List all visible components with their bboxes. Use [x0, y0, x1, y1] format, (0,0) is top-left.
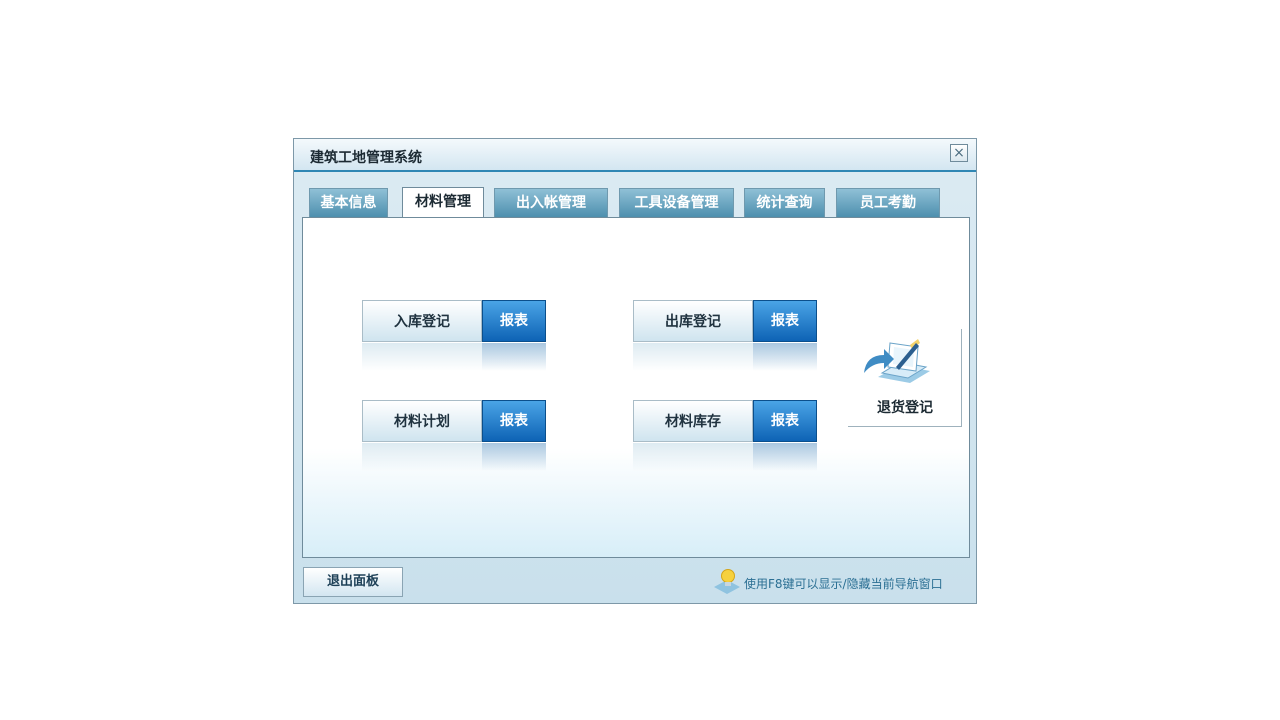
tab-basic-info[interactable]: 基本信息	[309, 188, 388, 217]
material-plan-report-button[interactable]: 报表	[482, 400, 546, 442]
outbound-report-button[interactable]: 报表	[753, 300, 817, 342]
content-panel: 入库登记 报表 出库登记 报表 材料计划 报表 材料库存 报表 退货登记	[302, 217, 970, 558]
reflection	[482, 443, 546, 471]
return-register-button[interactable]: 退货登记	[848, 329, 962, 427]
reflection	[753, 443, 817, 471]
exit-panel-button[interactable]: 退出面板	[303, 567, 403, 597]
material-inventory-report-button[interactable]: 报表	[753, 400, 817, 442]
inbound-report-button[interactable]: 报表	[482, 300, 546, 342]
tab-account-management[interactable]: 出入帐管理	[494, 188, 608, 217]
tab-attendance[interactable]: 员工考勤	[836, 188, 940, 217]
tab-tool-equipment[interactable]: 工具设备管理	[619, 188, 734, 217]
material-plan-button[interactable]: 材料计划	[362, 400, 482, 442]
reflection	[482, 343, 546, 371]
return-document-icon	[864, 339, 930, 383]
lightbulb-icon	[714, 569, 740, 594]
inbound-register-button[interactable]: 入库登记	[362, 300, 482, 342]
title-bar: 建筑工地管理系统 ×	[294, 139, 976, 172]
tab-material-management[interactable]: 材料管理	[402, 187, 484, 218]
tab-statistics[interactable]: 统计查询	[744, 188, 825, 217]
return-register-label: 退货登记	[877, 400, 933, 416]
app-window: 建筑工地管理系统 × 基本信息 材料管理 出入帐管理 工具设备管理 统计查询 员…	[293, 138, 977, 604]
material-inventory-button[interactable]: 材料库存	[633, 400, 753, 442]
outbound-register-button[interactable]: 出库登记	[633, 300, 753, 342]
window-title: 建筑工地管理系统	[310, 150, 422, 166]
close-button[interactable]: ×	[950, 144, 968, 162]
f8-hint-text: 使用F8键可以显示/隐藏当前导航窗口	[744, 577, 943, 591]
reflection	[753, 343, 817, 371]
